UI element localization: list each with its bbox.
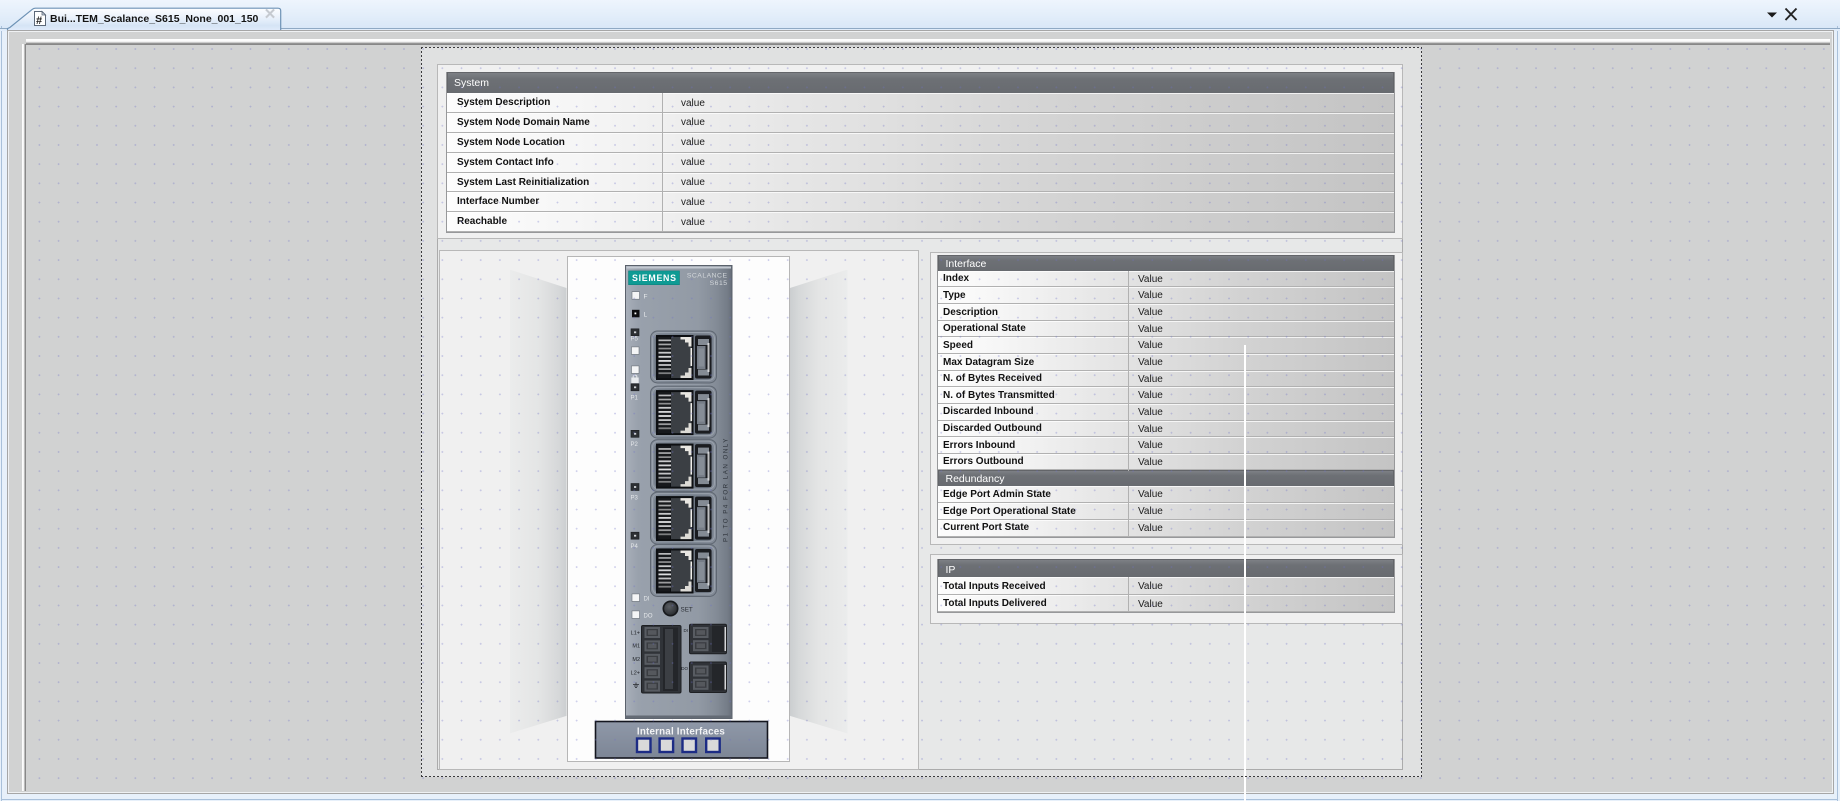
svg-text:#: # bbox=[36, 15, 42, 27]
